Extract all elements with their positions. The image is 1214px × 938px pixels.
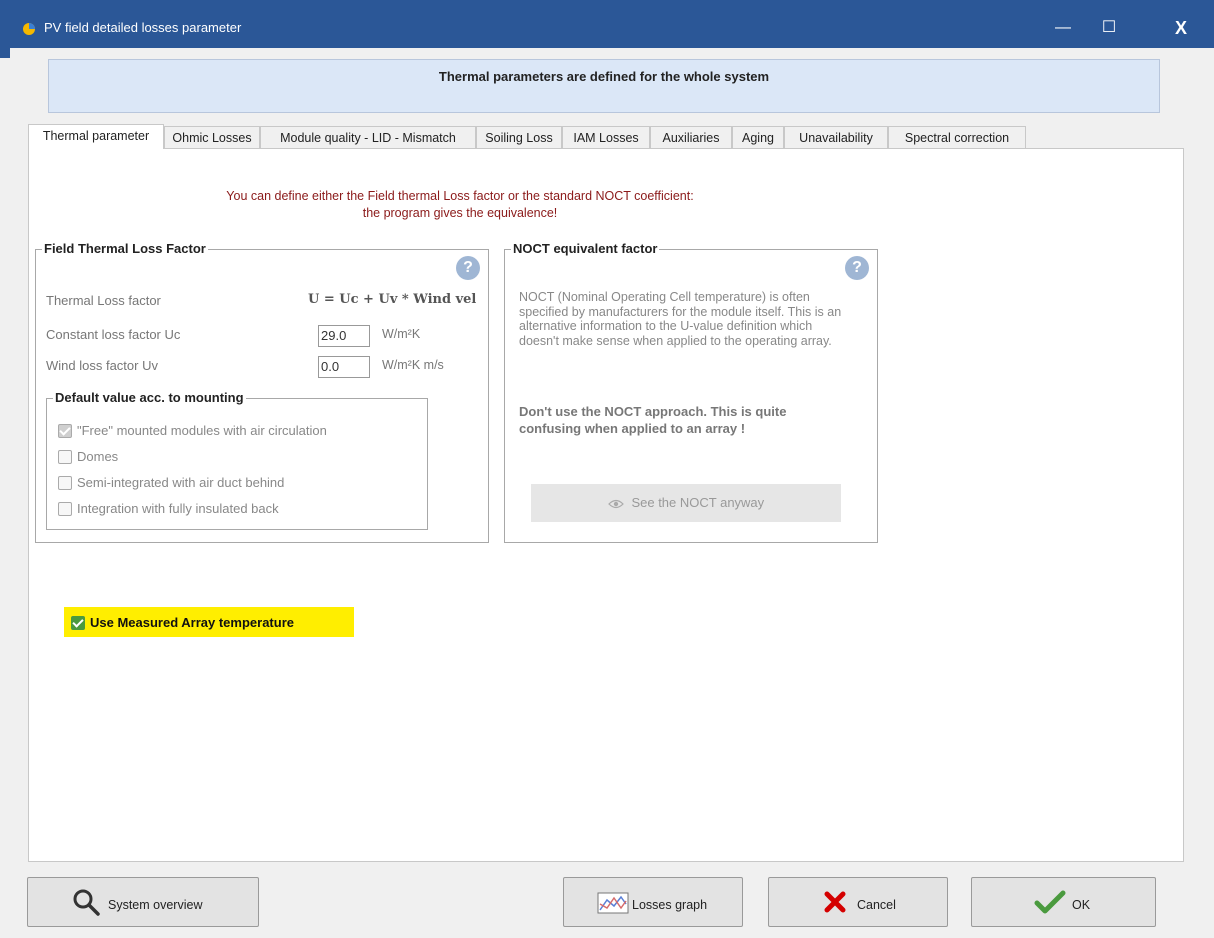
- noct-description: NOCT (Nominal Operating Cell temperature…: [519, 290, 842, 348]
- cancel-button[interactable]: Cancel: [768, 877, 948, 927]
- uc-input[interactable]: 29.0: [318, 325, 370, 347]
- info-banner: Thermal parameters are defined for the w…: [48, 59, 1160, 113]
- info-line-1: You can define either the Field thermal …: [226, 189, 694, 203]
- eye-icon: [607, 499, 624, 508]
- info-line-2: the program gives the equivalence!: [362, 206, 558, 220]
- field-thermal-loss-legend: Field Thermal Loss Factor: [42, 241, 208, 256]
- mounting-free-label: "Free" mounted modules with air circulat…: [77, 423, 327, 438]
- chart-icon: [597, 892, 629, 914]
- minimize-button[interactable]: —: [1040, 8, 1086, 48]
- system-overview-button[interactable]: System overview: [27, 877, 259, 927]
- tab-panel-thermal: You can define either the Field thermal …: [28, 148, 1184, 862]
- mounting-domes-label: Domes: [77, 449, 119, 464]
- see-noct-label: See the NOCT anyway: [631, 495, 765, 510]
- uv-input[interactable]: 0.0: [318, 356, 370, 378]
- tab-soiling-loss[interactable]: Soiling Loss: [476, 126, 562, 148]
- noct-group: NOCT equivalent factor ? NOCT (Nominal O…: [504, 241, 878, 543]
- tab-aging[interactable]: Aging: [732, 126, 784, 148]
- noct-help-icon[interactable]: ?: [845, 256, 869, 280]
- measured-temperature-label: Use Measured Array temperature: [90, 615, 294, 630]
- green-check-icon: [1034, 890, 1066, 914]
- mounting-free-checkbox[interactable]: [58, 424, 72, 438]
- maximize-button[interactable]: ☐: [1086, 8, 1132, 48]
- uc-unit: W/m²K: [382, 327, 421, 341]
- losses-graph-label: Losses graph: [632, 898, 708, 912]
- ok-label: OK: [1072, 898, 1091, 912]
- tab-unavailability[interactable]: Unavailability: [784, 126, 888, 148]
- close-button[interactable]: X: [1158, 8, 1204, 48]
- mounting-semi-integrated-checkbox[interactable]: [58, 476, 72, 490]
- tab-ohmic-losses[interactable]: Ohmic Losses: [164, 126, 260, 148]
- measured-temperature-option[interactable]: Use Measured Array temperature: [64, 607, 354, 637]
- thermal-loss-formula: U = Uc + Uv * Wind vel: [308, 292, 477, 307]
- uv-unit: W/m²K m/s: [382, 358, 444, 372]
- mounting-legend: Default value acc. to mounting: [53, 390, 246, 405]
- ok-button[interactable]: OK: [971, 877, 1156, 927]
- dialog-content: Thermal parameters are defined for the w…: [10, 48, 1214, 938]
- magnifier-icon: [73, 889, 100, 916]
- mounting-semi-integrated-label: Semi-integrated with air duct behind: [77, 475, 285, 490]
- tab-spectral-correction[interactable]: Spectral correction: [888, 126, 1026, 148]
- system-overview-label: System overview: [108, 898, 203, 912]
- mounting-integrated-label: Integration with fully insulated back: [77, 501, 279, 516]
- see-noct-button: See the NOCT anyway: [531, 484, 841, 522]
- tab-module-quality[interactable]: Module quality - LID - Mismatch: [260, 126, 476, 148]
- cancel-label: Cancel: [857, 898, 896, 912]
- tab-thermal-parameter[interactable]: Thermal parameter: [28, 124, 164, 149]
- uc-label: Constant loss factor Uc: [46, 327, 181, 342]
- noct-legend: NOCT equivalent factor: [511, 241, 660, 256]
- window-title: PV field detailed losses parameter: [44, 20, 242, 35]
- losses-graph-button[interactable]: Losses graph: [563, 877, 743, 927]
- noct-warning: Don't use the NOCT approach. This is qui…: [519, 404, 787, 436]
- mounting-domes-checkbox[interactable]: [58, 450, 72, 464]
- field-thermal-loss-group: Field Thermal Loss Factor ? Thermal Loss…: [35, 241, 489, 543]
- tab-iam-losses[interactable]: IAM Losses: [562, 126, 650, 148]
- banner-text: Thermal parameters are defined for the w…: [438, 69, 770, 84]
- mounting-group: Default value acc. to mounting "Free" mo…: [46, 390, 428, 530]
- tab-auxiliaries[interactable]: Auxiliaries: [650, 126, 732, 148]
- app-icon: [23, 23, 35, 35]
- thermal-help-icon[interactable]: ?: [456, 256, 480, 280]
- red-x-icon: [824, 891, 846, 913]
- measured-temperature-checkbox[interactable]: [71, 616, 85, 630]
- mounting-integrated-checkbox[interactable]: [58, 502, 72, 516]
- uv-label: Wind loss factor Uv: [46, 358, 158, 373]
- thermal-loss-factor-label: Thermal Loss factor: [46, 293, 161, 308]
